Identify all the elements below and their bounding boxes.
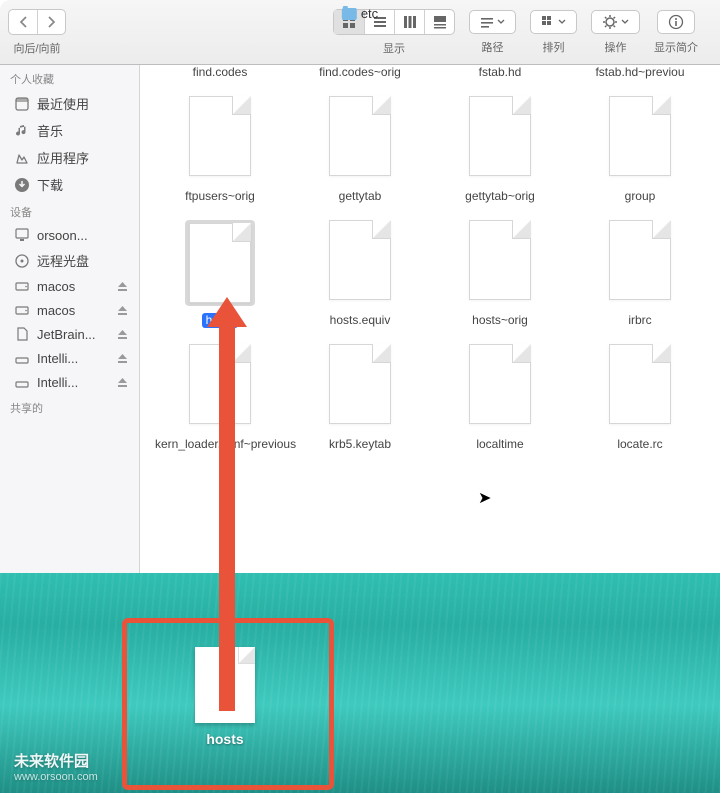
eject-icon[interactable]	[117, 281, 129, 292]
file-icon	[465, 220, 535, 306]
file-icon	[605, 344, 675, 430]
nav-forward-button[interactable]	[37, 10, 65, 34]
cursor-icon: ➤	[478, 488, 491, 508]
file-item[interactable]: find.codes~orig	[290, 65, 430, 86]
file-item[interactable]: locate.rc	[570, 334, 710, 458]
nav-back-button[interactable]	[9, 10, 37, 34]
sidebar-item-macos-2[interactable]: macos	[0, 298, 139, 322]
sidebar-shared-heading: 共享的	[0, 394, 139, 419]
annotation-drag-arrow	[219, 323, 235, 711]
info-button[interactable]	[657, 10, 695, 34]
eject-icon[interactable]	[117, 353, 129, 364]
sidebar-item-jetbrain[interactable]: JetBrain...	[0, 322, 139, 346]
file-icon	[325, 344, 395, 430]
file-icon	[465, 96, 535, 182]
sidebar-devices-heading: 设备	[0, 198, 139, 223]
action-label: 操作	[605, 39, 627, 55]
ext-disk-icon	[14, 374, 30, 390]
ext-disk-icon	[14, 350, 30, 366]
eject-icon[interactable]	[117, 377, 129, 388]
file-item[interactable]: find.codes	[150, 65, 290, 86]
disk-icon	[14, 278, 30, 294]
eject-icon[interactable]	[117, 329, 129, 340]
title-text: etc	[361, 6, 378, 21]
file-icon	[605, 96, 675, 182]
view-label: 显示	[383, 40, 405, 56]
disk-icon	[14, 302, 30, 318]
sidebar-item-computer[interactable]: orsoon...	[0, 223, 139, 247]
path-label: 路径	[482, 39, 504, 55]
file-item[interactable]: krb5.keytab	[290, 334, 430, 458]
sidebar-item-macos-1[interactable]: macos	[0, 274, 139, 298]
file-icon	[325, 96, 395, 182]
folder-icon	[342, 8, 357, 20]
sidebar-favorites-heading: 个人收藏	[0, 65, 139, 90]
finder-sidebar: 个人收藏 最近使用 音乐 应用程序 下载 设备 orsoon... 远程光盘 m…	[0, 65, 140, 573]
imac-icon	[14, 227, 30, 243]
file-item[interactable]: fstab.hd	[430, 65, 570, 86]
sidebar-item-remote-disc[interactable]: 远程光盘	[0, 247, 139, 274]
applications-icon	[14, 150, 30, 166]
nav-label: 向后/向前	[13, 40, 60, 56]
file-item[interactable]: localtime	[430, 334, 570, 458]
sidebar-item-music[interactable]: 音乐	[0, 117, 139, 144]
window-title: etc	[342, 6, 378, 21]
disc-icon	[14, 253, 30, 269]
sidebar-item-applications[interactable]: 应用程序	[0, 144, 139, 171]
file-item[interactable]: gettytab~orig	[430, 86, 570, 210]
sidebar-item-intelli-2[interactable]: Intelli...	[0, 370, 139, 394]
downloads-icon	[14, 177, 30, 193]
arrange-label: 排列	[543, 39, 565, 55]
nav-back-forward[interactable]	[8, 9, 66, 35]
file-item[interactable]: fstab.hd~previou	[570, 65, 710, 86]
view-column-mode[interactable]	[394, 10, 424, 34]
file-item[interactable]: hosts.equiv	[290, 210, 430, 334]
action-button[interactable]	[591, 10, 640, 34]
file-icon	[325, 220, 395, 306]
sidebar-item-recents[interactable]: 最近使用	[0, 90, 139, 117]
eject-icon[interactable]	[117, 305, 129, 316]
file-item[interactable]: gettytab	[290, 86, 430, 210]
file-item[interactable]: irbrc	[570, 210, 710, 334]
watermark: 未来软件园 www.orsoon.com	[14, 750, 98, 783]
desktop-file-label: hosts	[206, 731, 243, 747]
document-icon	[14, 326, 30, 342]
file-item[interactable]: hosts~orig	[430, 210, 570, 334]
sidebar-item-intelli-1[interactable]: Intelli...	[0, 346, 139, 370]
recents-icon	[14, 96, 30, 112]
file-icon	[465, 344, 535, 430]
arrange-button[interactable]	[530, 10, 577, 34]
file-item[interactable]: group	[570, 86, 710, 210]
file-icon	[605, 220, 675, 306]
music-icon	[14, 123, 30, 139]
view-coverflow-mode[interactable]	[424, 10, 454, 34]
path-button[interactable]	[469, 10, 516, 34]
desktop-background[interactable]	[0, 573, 720, 793]
sidebar-item-downloads[interactable]: 下载	[0, 171, 139, 198]
file-item[interactable]: ftpusers~orig	[150, 86, 290, 210]
info-label: 显示简介	[654, 39, 698, 55]
file-icon	[185, 220, 255, 306]
file-icon	[185, 96, 255, 182]
